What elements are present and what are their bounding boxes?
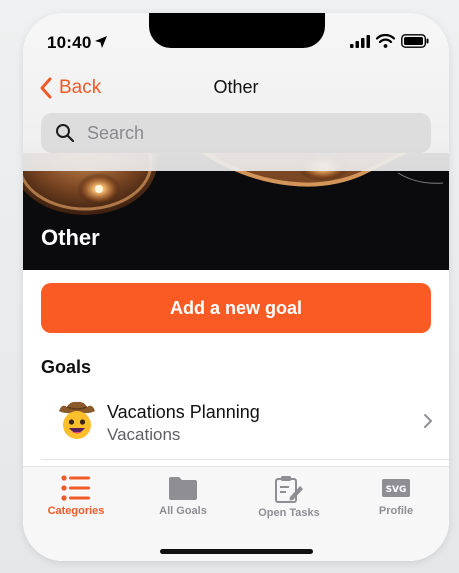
navigation-bar: Back Other: [23, 73, 449, 103]
page-title: Other: [213, 77, 259, 97]
device-notch: [149, 13, 325, 48]
main-content: Add a new goal Goals Vacations Planning …: [23, 270, 449, 470]
clipboard-edit-icon: [275, 476, 303, 503]
home-indicator[interactable]: [160, 549, 313, 554]
tab-label-profile: Profile: [378, 505, 414, 517]
tab-label-open-tasks: Open Tasks: [258, 507, 320, 519]
tab-profile[interactable]: SVG Profile: [346, 475, 446, 525]
search-input[interactable]: [85, 121, 409, 145]
bottom-tab-bar: Categories All Goals Open Tasks SVG Prof…: [23, 466, 449, 561]
search-bar[interactable]: [41, 113, 431, 153]
goal-subtitle: Vacations: [107, 425, 181, 444]
chevron-right-icon: [424, 414, 432, 428]
status-time: 10:40: [47, 33, 92, 52]
search-icon: [56, 124, 75, 143]
goal-list-item[interactable]: Vacations Planning Vacations: [23, 392, 449, 472]
list-divider: [41, 459, 449, 460]
folder-icon: [169, 477, 197, 500]
status-indicators: [350, 34, 429, 48]
battery-icon: [401, 34, 429, 48]
list-icon: [61, 475, 90, 501]
phone-screen: Back Other 10:40: [23, 13, 449, 561]
tab-open-tasks[interactable]: Open Tasks: [239, 475, 339, 525]
tab-label-all-goals: All Goals: [159, 505, 207, 517]
goal-title: Vacations Planning: [107, 402, 260, 422]
signal-icon: [350, 34, 370, 48]
tab-categories[interactable]: Categories: [26, 475, 126, 525]
wifi-icon: [376, 34, 395, 48]
location-arrow-icon: [95, 36, 107, 48]
cowboy-face-icon: [59, 401, 95, 439]
category-title: Other: [41, 225, 100, 250]
svg-badge-icon: SVG: [382, 479, 410, 497]
add-goal-button[interactable]: Add a new goal: [41, 283, 431, 333]
tab-label-categories: Categories: [47, 505, 105, 517]
svg-text:SVG: SVG: [386, 485, 407, 495]
tab-all-goals[interactable]: All Goals: [133, 475, 233, 525]
goals-section-title: Goals: [41, 357, 92, 377]
